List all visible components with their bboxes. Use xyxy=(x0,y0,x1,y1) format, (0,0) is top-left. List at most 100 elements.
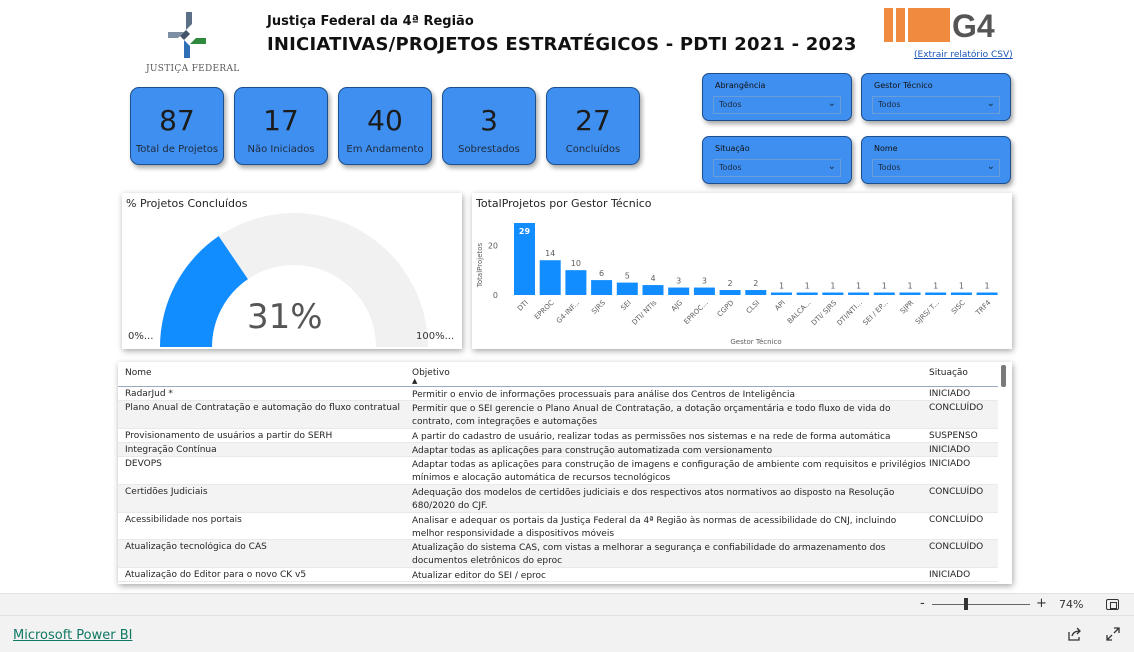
g4-logo-text: G4 xyxy=(952,8,995,44)
cell-objetivo: Permitir que o SEI gerencie o Plano Anua… xyxy=(412,404,891,427)
table-body: RadarJud * Permitir o envio de informaçõ… xyxy=(118,387,998,582)
bar-5[interactable] xyxy=(642,285,664,295)
bar-15[interactable] xyxy=(899,292,921,295)
bar-18[interactable] xyxy=(976,292,998,295)
kpi-em-andamento[interactable]: 40 Em Andamento xyxy=(338,87,432,165)
cell-nome: RadarJud * xyxy=(125,389,173,399)
data-label: 5 xyxy=(625,272,630,281)
zoom-out-button[interactable]: - xyxy=(920,596,925,611)
extract-csv-link[interactable]: (Extrair relatório CSV) xyxy=(914,50,1013,60)
zoom-in-button[interactable]: + xyxy=(1036,596,1047,611)
table-row[interactable]: Atualização tecnológica do CAS Atualizaç… xyxy=(118,540,998,568)
kpi-nao-iniciados[interactable]: 17 Não Iniciados xyxy=(234,87,328,165)
x-tick-label: DTI/ SJRS xyxy=(810,298,839,327)
data-label: 14 xyxy=(545,249,555,258)
kpi-label: Sobrestados xyxy=(458,144,520,155)
column-header-objetivo[interactable]: Objetivo xyxy=(412,368,450,378)
kpi-total-projetos[interactable]: 87 Total de Projetos xyxy=(130,87,224,165)
table-row[interactable]: Plano Anual de Contratação e automação d… xyxy=(118,401,998,429)
dropdown-value: Todos xyxy=(878,163,901,172)
report-title: INICIATIVAS/PROJETOS ESTRATÉGICOS - PDTI… xyxy=(267,34,857,55)
slicer-title: Abrangência xyxy=(715,81,766,90)
slicer-gestor-tecnico: Gestor Técnico Todos ⌄ xyxy=(861,73,1011,121)
zoom-bar: - + 74% xyxy=(0,593,1134,615)
column-header-nome[interactable]: Nome xyxy=(125,368,152,378)
g4-logo: G4 xyxy=(884,8,995,44)
fit-to-page-icon[interactable] xyxy=(1106,599,1119,610)
bar-8[interactable] xyxy=(719,290,741,295)
share-icon[interactable] xyxy=(1067,626,1083,642)
kpi-label: Em Andamento xyxy=(346,144,424,155)
bar-1[interactable] xyxy=(539,260,561,295)
chevron-down-icon: ⌄ xyxy=(986,98,995,109)
slicer-situacao: Situação Todos ⌄ xyxy=(702,136,852,184)
table-row[interactable]: RadarJud * Permitir o envio de informaçõ… xyxy=(118,387,998,401)
data-label: 10 xyxy=(571,259,581,268)
fullscreen-icon[interactable] xyxy=(1105,626,1121,642)
bar-2[interactable] xyxy=(565,270,587,295)
x-tick-label: EPROC xyxy=(533,299,556,322)
bar-14[interactable] xyxy=(873,292,895,295)
kpi-label: Concluídos xyxy=(565,144,621,155)
bar-12[interactable] xyxy=(822,292,844,295)
zoom-slider[interactable] xyxy=(932,604,1030,605)
bar-17[interactable] xyxy=(950,292,972,295)
cell-objetivo: Atualizar editor do SEI / eproc xyxy=(412,571,546,581)
kpi-concluidos[interactable]: 27 Concluídos xyxy=(546,87,640,165)
bar-7[interactable] xyxy=(693,287,715,295)
chevron-down-icon: ⌄ xyxy=(827,161,836,172)
table-row[interactable]: DEVOPS Adaptar todas as aplicações para … xyxy=(118,457,998,485)
cell-nome: Acessibilidade nos portais xyxy=(125,515,242,525)
kpi-value: 3 xyxy=(480,104,498,137)
table-row[interactable]: Provisionamento de usuários a partir do … xyxy=(118,429,998,443)
cell-situacao: CONCLUÍDO xyxy=(929,487,984,497)
scrollbar-thumb[interactable] xyxy=(1001,365,1006,387)
table-row[interactable]: Certidões Judiciais Adequação dos modelo… xyxy=(118,485,998,513)
gestor-tecnico-dropdown[interactable]: Todos ⌄ xyxy=(872,96,1000,114)
table-scrollbar[interactable] xyxy=(998,362,1008,584)
chevron-down-icon: ⌄ xyxy=(827,98,836,109)
dropdown-value: Todos xyxy=(719,100,742,109)
nome-dropdown[interactable]: Todos ⌄ xyxy=(872,159,1000,177)
data-label: 1 xyxy=(959,282,964,291)
bar-4[interactable] xyxy=(616,282,638,295)
table-row[interactable]: Atualização do Editor para o novo CK v5 … xyxy=(118,568,998,582)
sort-ascending-icon: ▲ xyxy=(412,377,418,385)
cell-nome: Certidões Judiciais xyxy=(125,487,208,497)
bar-13[interactable] xyxy=(848,292,870,295)
table-row[interactable]: Integração Contínua Adaptar todas as apl… xyxy=(118,443,998,457)
x-tick-label: G4-INF... xyxy=(555,299,581,325)
footer: Microsoft Power BI xyxy=(0,615,1134,652)
x-tick-label: API xyxy=(773,299,786,312)
data-label: 29 xyxy=(519,227,531,236)
kpi-value: 17 xyxy=(263,104,299,137)
powerbi-link[interactable]: Microsoft Power BI xyxy=(13,628,132,643)
bar-10[interactable] xyxy=(771,292,792,295)
gauge-visual[interactable]: % Projetos Concluídos 31% 0%... 100%... xyxy=(122,193,462,349)
gauge-min-label: 0%... xyxy=(128,331,154,342)
column-header-situacao[interactable]: Situação xyxy=(929,368,968,378)
kpi-label: Não Iniciados xyxy=(247,144,315,155)
bar-3[interactable] xyxy=(591,280,613,295)
kpi-sobrestados[interactable]: 3 Sobrestados xyxy=(442,87,536,165)
situacao-dropdown[interactable]: Todos ⌄ xyxy=(713,159,841,177)
cell-situacao: CONCLUÍDO xyxy=(929,515,984,525)
table-row[interactable]: Acessibilidade nos portais Analisar e ad… xyxy=(118,513,998,540)
bar-11[interactable] xyxy=(796,292,818,295)
data-label: 1 xyxy=(830,282,835,291)
data-label: 1 xyxy=(882,282,887,291)
bar-chart-visual[interactable]: TotalProjetos por Gestor Técnico 0 20 Tota… xyxy=(472,193,1012,349)
slicer-nome: Nome Todos ⌄ xyxy=(861,136,1011,184)
data-label: 1 xyxy=(805,282,810,291)
zoom-level: 74% xyxy=(1059,598,1084,611)
cell-situacao: SUSPENSO xyxy=(929,431,978,441)
zoom-slider-thumb[interactable] xyxy=(964,598,968,610)
bar-9[interactable] xyxy=(745,290,767,295)
x-axis-label: Gestor Técnico xyxy=(730,338,781,346)
org-name: Justiça Federal da 4ª Região xyxy=(267,14,474,29)
bar-16[interactable] xyxy=(925,292,947,295)
kpi-value: 27 xyxy=(575,104,611,137)
abrangencia-dropdown[interactable]: Todos ⌄ xyxy=(713,96,841,114)
cell-nome: Provisionamento de usuários a partir do … xyxy=(125,431,333,441)
bar-6[interactable] xyxy=(668,287,690,295)
